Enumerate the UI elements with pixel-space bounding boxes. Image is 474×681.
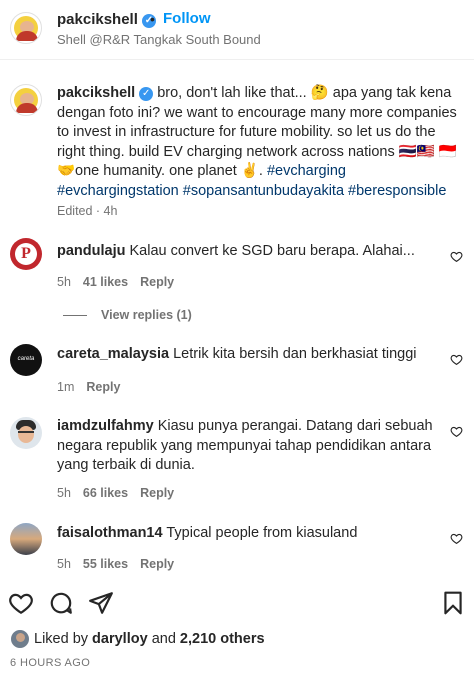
caption-meta: Edited · 4h [57,204,118,218]
commenter-avatar[interactable] [10,523,42,555]
comment-likes-count[interactable]: 55 likes [83,557,128,571]
reply-button[interactable]: Reply [86,380,120,394]
comment-body: careta_malaysia Letrik kita bersih dan b… [57,345,437,365]
post-caption: pakcikshell ✓ bro, don't lah like that...… [57,84,465,201]
hashtag-link[interactable]: #beresponsible [348,183,446,199]
liked-by-and: and [151,631,176,647]
liker-avatar[interactable] [10,629,30,649]
comment-like-heart-icon[interactable] [450,532,463,545]
commenter-username[interactable]: careta_malaysia [57,346,169,362]
commenter-avatar[interactable]: P [10,238,42,270]
comment-text: Typical people from kiasuland [166,525,358,541]
comment-meta: 1m Reply [57,380,120,394]
reply-button[interactable]: Reply [140,486,174,500]
comment-body: faisalothman14 Typical people from kiasu… [57,524,437,544]
liked-by-others[interactable]: 2,210 others [180,631,265,647]
hashtag-link[interactable]: #evchargingstation [57,183,179,199]
comment-meta: 5h 55 likes Reply [57,557,174,571]
comment-time: 5h [57,557,71,571]
heart-icon[interactable] [8,590,34,616]
comment-like-heart-icon[interactable] [450,425,463,438]
comment-time: 5h [57,275,71,289]
comment-meta: 5h 41 likes Reply [57,275,174,289]
comment-time: 5h [57,486,71,500]
comment-likes-count[interactable]: 66 likes [83,486,128,500]
commenter-username[interactable]: pandulaju [57,243,125,259]
separator-dot: • [150,11,155,27]
hashtag-link[interactable]: #sopansantunbudayakita [183,183,344,199]
reply-button[interactable]: Reply [140,275,174,289]
post-header: pakcikshell ✓ • Follow Shell @R&R Tangkak… [0,0,474,60]
commenter-avatar[interactable] [10,417,42,449]
replies-divider-line [63,315,87,317]
comment-bubble-icon[interactable] [48,590,74,616]
comment-time: 1m [57,380,75,394]
author-username-header[interactable]: pakcikshell ✓ [57,11,156,28]
follow-button[interactable]: Follow [163,10,211,27]
comment-like-heart-icon[interactable] [450,250,463,263]
view-replies-button[interactable]: View replies (1) [63,308,192,322]
hashtag-link[interactable]: #evcharging [267,163,346,179]
comment-body: iamdzulfahmy Kiasu punya perangai. Datan… [57,417,437,476]
comment-text: Letrik kita bersih dan berkhasiat tinggi [173,346,417,362]
liked-by-summary: Liked by darylloy and 2,210 others [34,631,265,647]
comment-likes-count[interactable]: 41 likes [83,275,128,289]
commenter-username[interactable]: iamdzulfahmy [57,418,154,434]
caption-author-avatar[interactable] [10,84,42,116]
liked-by-prefix: Liked by [34,631,89,647]
author-avatar[interactable] [10,12,42,44]
bookmark-icon[interactable] [440,590,466,616]
comment-meta: 5h 66 likes Reply [57,486,174,500]
commenter-avatar[interactable]: careta [10,344,42,376]
comment-body: pandulaju Kalau convert ke SGD baru bera… [57,242,437,262]
liked-by-user[interactable]: darylloy [92,631,148,647]
comment-like-heart-icon[interactable] [450,353,463,366]
post-timestamp: 6 HOURS AGO [10,657,91,669]
avatar-logo-text: careta [17,356,35,362]
post-action-bar [0,590,474,620]
commenter-username[interactable]: faisalothman14 [57,525,163,541]
location-subtitle[interactable]: Shell @R&R Tangkak South Bound [57,32,261,47]
caption-username[interactable]: pakcikshell [57,85,135,101]
comment-text: Kalau convert ke SGD baru berapa. Alahai… [129,243,415,259]
paper-plane-icon[interactable] [88,590,114,616]
verified-icon: ✓ [139,87,154,101]
reply-button[interactable]: Reply [140,557,174,571]
